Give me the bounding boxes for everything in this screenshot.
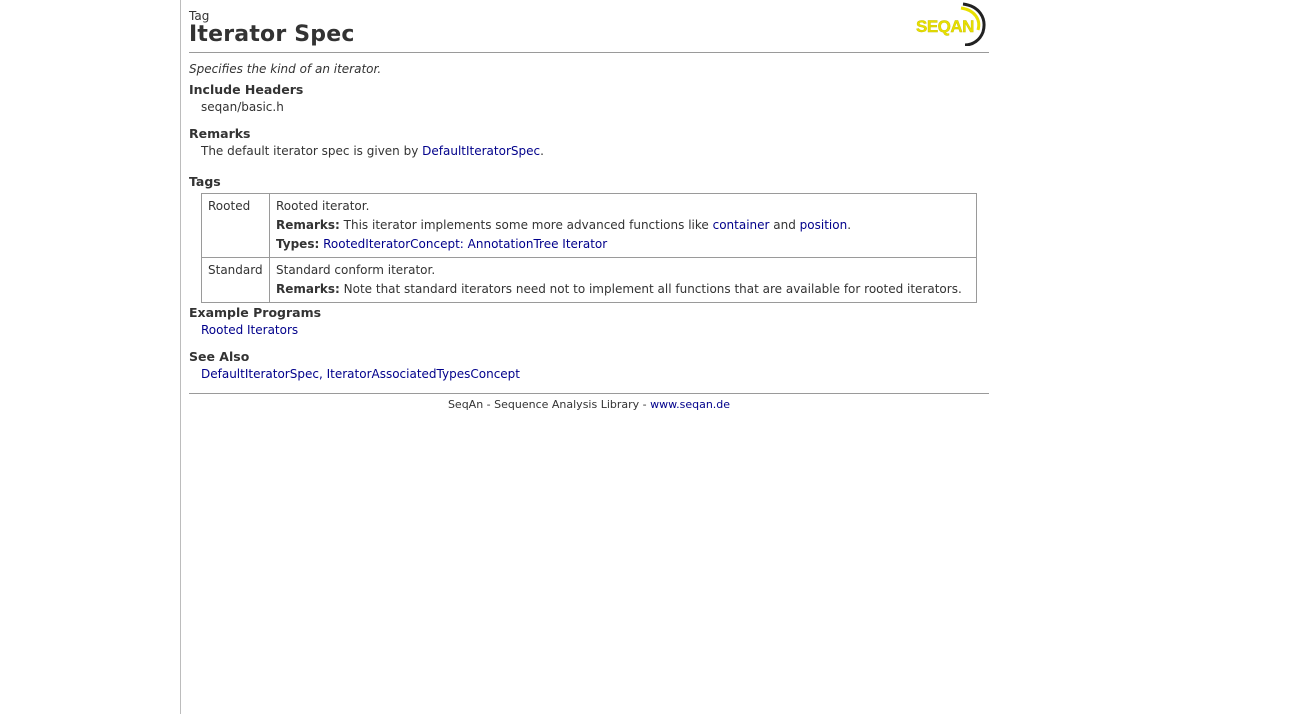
remarks-text-before: The default iterator spec is given by xyxy=(201,144,423,158)
remarks-after: . xyxy=(847,218,852,232)
tag-description: Rooted iterator. xyxy=(276,199,370,213)
tag-description: Standard conform iterator. xyxy=(276,263,436,277)
remarks-text: Note that standard iterators need not to… xyxy=(339,282,962,296)
seqan-logo[interactable]: SEQAN xyxy=(915,2,987,46)
remarks-heading: Remarks xyxy=(189,126,251,141)
header-divider xyxy=(189,52,989,53)
see-also-iterator-associated-types-link[interactable]: IteratorAssociatedTypesConcept xyxy=(327,367,520,381)
tag-name-rooted: Rooted xyxy=(201,193,270,258)
rooted-iterators-example-link[interactable]: Rooted Iterators xyxy=(201,323,298,337)
include-headers-heading: Include Headers xyxy=(189,82,304,97)
tags-table: Rooted Rooted iterator. Remarks: This it… xyxy=(201,193,977,303)
tag-description-cell: Rooted iterator. Remarks: This iterator … xyxy=(269,193,977,258)
seqan-website-link[interactable]: www.seqan.de xyxy=(650,398,730,411)
default-iterator-spec-link[interactable]: DefaultIteratorSpec xyxy=(422,144,540,158)
remarks-label: Remarks: xyxy=(276,282,340,296)
example-programs-heading: Example Programs xyxy=(189,305,322,320)
remarks-before: This iterator implements some more advan… xyxy=(339,218,713,232)
tag-remarks: Remarks: Note that standard iterators ne… xyxy=(276,280,970,299)
see-also-heading: See Also xyxy=(189,349,250,364)
tag-remarks: Remarks: This iterator implements some m… xyxy=(276,216,970,235)
remarks-text: The default iterator spec is given by De… xyxy=(201,144,544,158)
include-headers-value: seqan/basic.h xyxy=(201,100,284,114)
page-title: Iterator Spec xyxy=(189,22,355,47)
summary-text: Specifies the kind of an iterator. xyxy=(189,62,382,76)
types-label: Types: xyxy=(276,237,320,251)
example-programs-list: Rooted Iterators xyxy=(201,323,298,337)
tag-name-standard: Standard xyxy=(201,257,270,303)
see-also-list: DefaultIteratorSpec, IteratorAssociatedT… xyxy=(201,367,520,381)
rooted-iterator-concept-link[interactable]: RootedIteratorConcept: AnnotationTree It… xyxy=(323,237,607,251)
see-also-default-iterator-spec-link[interactable]: DefaultIteratorSpec xyxy=(201,367,319,381)
tag-types: Types: RootedIteratorConcept: Annotation… xyxy=(276,235,970,254)
logo-text: SEQAN xyxy=(916,17,974,36)
doc-kind-label: Tag xyxy=(189,9,210,23)
table-row: Standard Standard conform iterator. Rema… xyxy=(201,257,977,303)
tag-description-cell: Standard conform iterator. Remarks: Note… xyxy=(269,257,977,303)
position-link[interactable]: position xyxy=(800,218,848,232)
footer-text: SeqAn - Sequence Analysis Library - xyxy=(447,398,651,411)
left-border-rule xyxy=(180,0,181,714)
tags-heading: Tags xyxy=(189,174,221,189)
container-link[interactable]: container xyxy=(713,218,770,232)
see-also-separator: , xyxy=(318,367,327,381)
table-row: Rooted Rooted iterator. Remarks: This it… xyxy=(201,193,977,258)
footer: SeqAn - Sequence Analysis Library - www.… xyxy=(189,398,989,411)
remarks-text-after: . xyxy=(540,144,544,158)
remarks-mid: and xyxy=(769,218,800,232)
remarks-label: Remarks: xyxy=(276,218,340,232)
footer-divider xyxy=(189,393,989,394)
